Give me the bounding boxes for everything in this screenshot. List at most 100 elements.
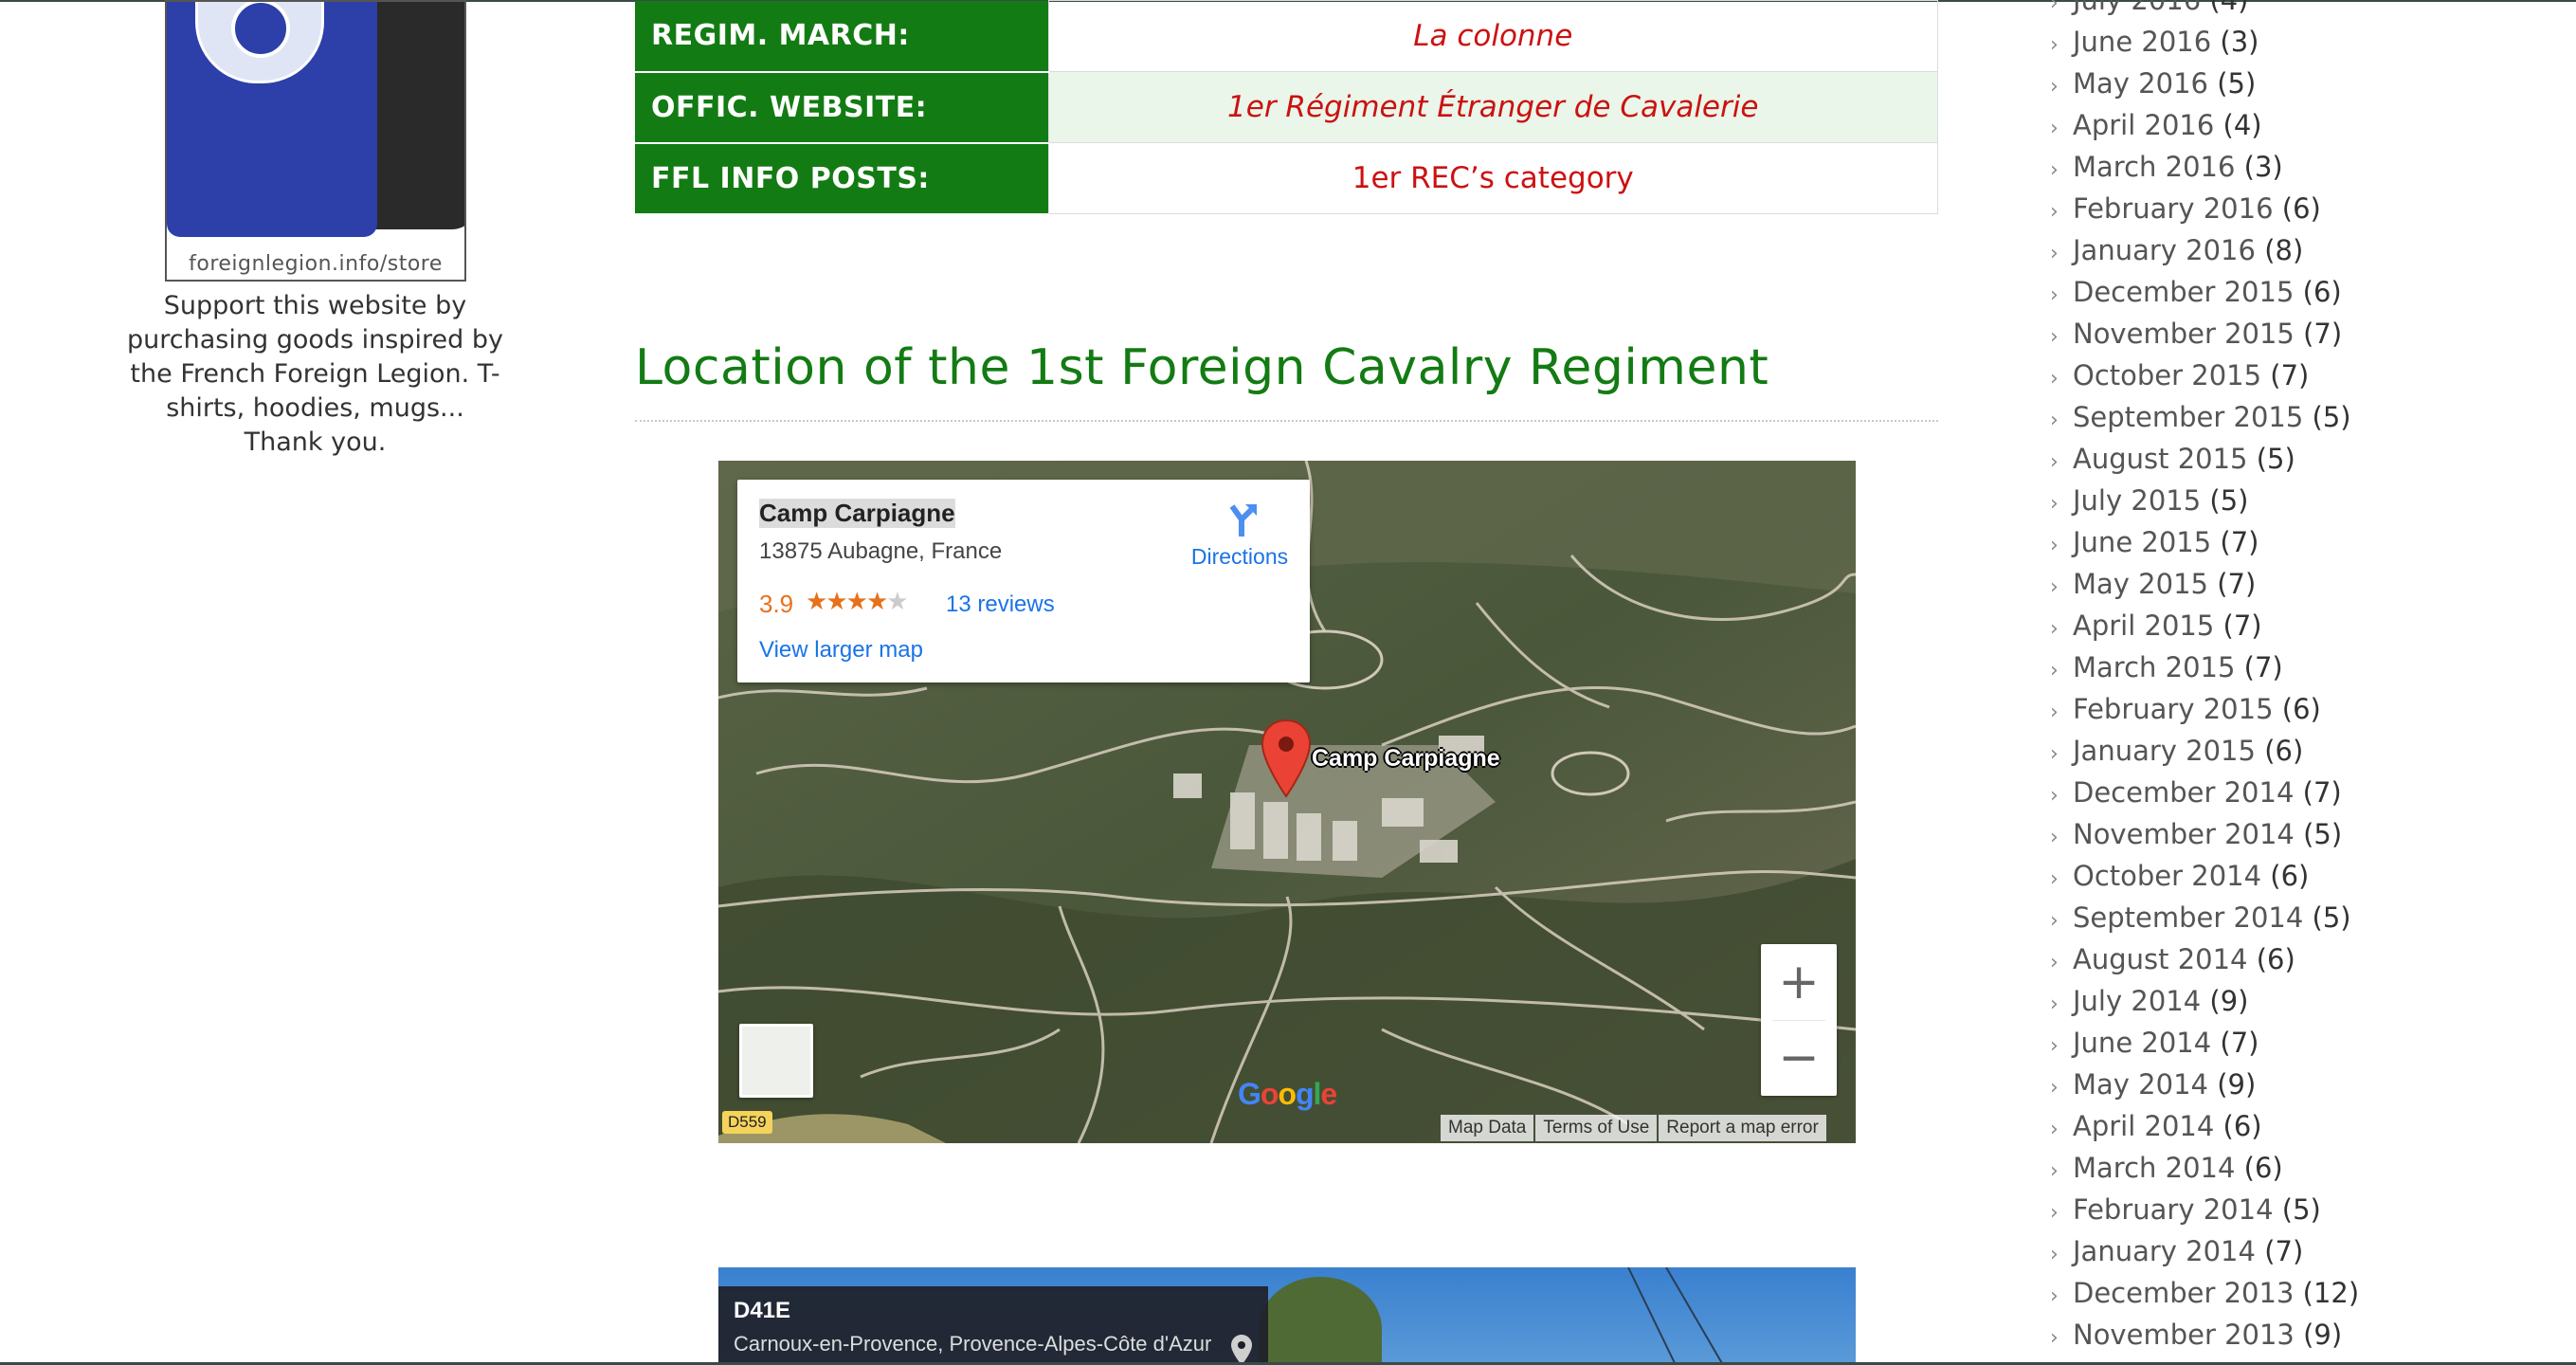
archive-item[interactable]: › September 2014 (5) — [2050, 897, 2351, 938]
archive-item[interactable]: › June 2015 (7) — [2050, 521, 2259, 563]
archive-link[interactable]: June 2015 — [2073, 526, 2211, 558]
archive-item[interactable]: › April 2015 (7) — [2050, 605, 2262, 646]
archive-item[interactable]: › January 2015 (6) — [2050, 730, 2303, 772]
archive-item[interactable]: › July 2015 (5) — [2050, 480, 2249, 521]
archive-item[interactable]: › May 2014 (9) — [2050, 1064, 2256, 1105]
archive-link[interactable]: December 2013 — [2073, 1277, 2294, 1309]
archive-link[interactable]: September 2015 — [2073, 401, 2303, 433]
archive-item[interactable]: › February 2014 (5) — [2050, 1189, 2321, 1230]
archive-count: (7) — [2217, 568, 2257, 600]
reviews-link[interactable]: 13 reviews — [946, 592, 1055, 618]
archive-link[interactable]: September 2014 — [2073, 901, 2303, 934]
archive-link[interactable]: November 2015 — [2073, 318, 2295, 350]
archive-link[interactable]: June 2016 — [2073, 26, 2211, 58]
archive-link[interactable]: April 2016 — [2073, 109, 2214, 141]
zoom-controls: + − — [1761, 944, 1837, 1096]
row-value-link[interactable]: La colonne — [1047, 0, 1938, 72]
archive-link[interactable]: December 2014 — [2073, 776, 2294, 809]
archive-count: (5) — [2281, 1193, 2321, 1226]
archive-item[interactable]: › July 2016 (4) — [2050, 0, 2249, 21]
archive-item[interactable]: › July 2014 (9) — [2050, 980, 2249, 1022]
archive-item[interactable]: › March 2014 (6) — [2050, 1147, 2283, 1189]
archive-count: (9) — [2209, 985, 2249, 1017]
street-title: D41E — [734, 1298, 791, 1323]
chevron-right-icon: › — [2050, 826, 2059, 849]
archive-link[interactable]: June 2014 — [2073, 1027, 2211, 1059]
directions-label: Directions — [1190, 544, 1289, 569]
archive-link[interactable]: March 2016 — [2073, 151, 2235, 183]
archive-item[interactable]: › December 2015 (6) — [2050, 271, 2342, 313]
map-type-toggle[interactable] — [739, 1024, 813, 1098]
archive-item[interactable]: › November 2014 (5) — [2050, 813, 2342, 855]
archive-link[interactable]: October 2015 — [2073, 359, 2261, 391]
archive-item[interactable]: › April 2014 (6) — [2050, 1105, 2262, 1147]
archive-link[interactable]: November 2013 — [2073, 1319, 2295, 1351]
archive-count: (7) — [2302, 776, 2342, 809]
archive-link[interactable]: February 2014 — [2073, 1193, 2274, 1226]
archive-item[interactable]: › August 2015 (5) — [2050, 438, 2295, 480]
archive-item[interactable]: › June 2016 (3) — [2050, 21, 2259, 63]
archive-count: (7) — [2264, 1235, 2304, 1267]
store-caption: foreignlegion.info/store — [189, 252, 443, 276]
archive-item[interactable]: › December 2013 (12) — [2050, 1272, 2359, 1314]
archive-item[interactable]: › November 2013 (9) — [2050, 1314, 2342, 1356]
report-map-error-link[interactable]: Report a map error — [1659, 1115, 1826, 1141]
archive-item[interactable]: › January 2014 (7) — [2050, 1230, 2303, 1272]
archive-item[interactable]: › September 2015 (5) — [2050, 396, 2351, 438]
archive-link[interactable]: January 2014 — [2073, 1235, 2256, 1267]
view-larger-map-link[interactable]: View larger map — [759, 637, 923, 664]
street-view-embed[interactable]: D41E Carnoux-en-Provence, Provence-Alpes… — [718, 1267, 1856, 1365]
archive-link[interactable]: December 2015 — [2073, 276, 2294, 308]
archive-link[interactable]: January 2015 — [2073, 735, 2256, 767]
archive-item[interactable]: › October 2015 (7) — [2050, 355, 2309, 396]
terms-of-use-link[interactable]: Terms of Use — [1535, 1115, 1658, 1141]
archive-link[interactable]: February 2016 — [2073, 192, 2274, 225]
archive-link[interactable]: August 2014 — [2073, 943, 2248, 975]
directions-button[interactable]: Directions — [1183, 499, 1297, 570]
archive-link[interactable]: April 2014 — [2073, 1110, 2214, 1142]
archive-link[interactable]: August 2015 — [2073, 443, 2248, 475]
archive-item[interactable]: › April 2016 (4) — [2050, 104, 2262, 146]
archive-link[interactable]: April 2015 — [2073, 610, 2214, 642]
archive-item[interactable]: › March 2015 (7) — [2050, 646, 2283, 688]
archive-link[interactable]: January 2016 — [2073, 234, 2256, 266]
archive-count: (6) — [2281, 693, 2321, 725]
archive-link[interactable]: July 2015 — [2073, 484, 2201, 517]
archive-link[interactable]: May 2016 — [2073, 67, 2208, 100]
embedded-map[interactable]: Camp Carpiagne 13875 Aubagne, France 3.9… — [718, 461, 1856, 1143]
archive-link[interactable]: July 2016 — [2073, 0, 2201, 16]
archive-count: (9) — [2303, 1319, 2343, 1351]
archive-item[interactable]: › May 2015 (7) — [2050, 563, 2256, 605]
archive-link[interactable]: May 2015 — [2073, 568, 2208, 600]
row-value-link[interactable]: 1er REC’s category — [1047, 142, 1938, 214]
directions-icon — [1229, 504, 1257, 537]
archive-item[interactable]: › October 2014 (6) — [2050, 855, 2309, 897]
archive-item[interactable]: › February 2016 (6) — [2050, 188, 2321, 229]
map-pin-icon[interactable] — [1261, 719, 1312, 798]
archive-item[interactable]: › May 2016 (5) — [2050, 63, 2256, 104]
archive-item[interactable]: › January 2016 (8) — [2050, 229, 2303, 271]
archive-item[interactable]: › June 2014 (7) — [2050, 1022, 2259, 1064]
archive-link[interactable]: July 2014 — [2073, 985, 2201, 1017]
zoom-in-button[interactable]: + — [1761, 944, 1837, 1020]
location-pin-icon[interactable] — [1230, 1334, 1253, 1365]
archive-count: (5) — [2209, 484, 2249, 517]
archive-link[interactable]: November 2014 — [2073, 818, 2295, 850]
chevron-right-icon: › — [2050, 242, 2059, 265]
archive-item[interactable]: › February 2015 (6) — [2050, 688, 2321, 730]
archive-item[interactable]: › November 2015 (7) — [2050, 313, 2342, 355]
archive-item[interactable]: › March 2016 (3) — [2050, 146, 2283, 188]
archive-link[interactable]: March 2014 — [2073, 1152, 2235, 1184]
store-banner-image[interactable]: foreignlegion.info/store — [165, 0, 466, 282]
archive-link[interactable]: October 2014 — [2073, 860, 2261, 892]
zoom-out-button[interactable]: − — [1761, 1020, 1837, 1096]
chevron-right-icon: › — [2050, 450, 2059, 474]
archive-link[interactable]: March 2015 — [2073, 651, 2235, 683]
archive-item[interactable]: › December 2014 (7) — [2050, 772, 2342, 813]
archive-item[interactable]: › August 2014 (6) — [2050, 938, 2295, 980]
archive-link[interactable]: May 2014 — [2073, 1068, 2208, 1101]
archive-link[interactable]: February 2015 — [2073, 693, 2274, 725]
chevron-right-icon: › — [2050, 575, 2059, 599]
row-value-link[interactable]: 1er Régiment Étranger de Cavalerie — [1047, 71, 1938, 143]
map-data-link[interactable]: Map Data — [1441, 1115, 1534, 1141]
